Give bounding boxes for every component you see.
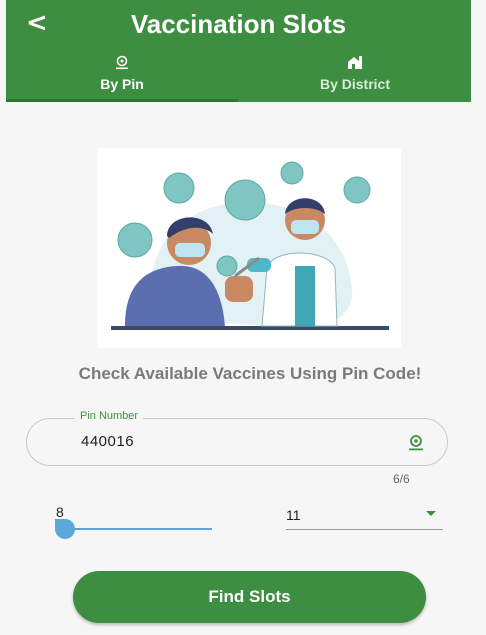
tagline-text: Check Available Vaccines Using Pin Code! — [78, 364, 422, 383]
pin-number-input[interactable]: 440016 — [81, 433, 134, 450]
district-building-icon — [348, 56, 362, 69]
vaccination-illustration — [97, 148, 401, 348]
tab-by-pin-label: By Pin — [100, 76, 144, 92]
slider-track[interactable] — [66, 528, 212, 530]
page-title: Vaccination Slots — [130, 9, 347, 39]
pin-number-label: Pin Number — [75, 410, 144, 422]
dropdown-value: 11 — [286, 507, 301, 523]
pin-character-counter: 6/6 — [393, 472, 410, 486]
tab-by-pin[interactable]: By Pin — [6, 50, 238, 102]
slider-thumb[interactable] — [53, 517, 77, 541]
app-bar: < Vaccination Slots By Pin By District — [6, 0, 471, 102]
location-pin-icon — [116, 55, 128, 70]
tab-by-district[interactable]: By District — [239, 50, 471, 102]
tab-indicator — [6, 99, 238, 102]
pin-number-field[interactable]: Pin Number 440016 — [26, 410, 448, 466]
find-slots-button[interactable]: Find Slots — [73, 571, 426, 623]
dropdown-select[interactable]: 11 — [286, 501, 443, 530]
location-pin-icon[interactable] — [407, 433, 425, 451]
chevron-down-icon — [426, 511, 436, 516]
tab-by-district-label: By District — [319, 76, 391, 92]
